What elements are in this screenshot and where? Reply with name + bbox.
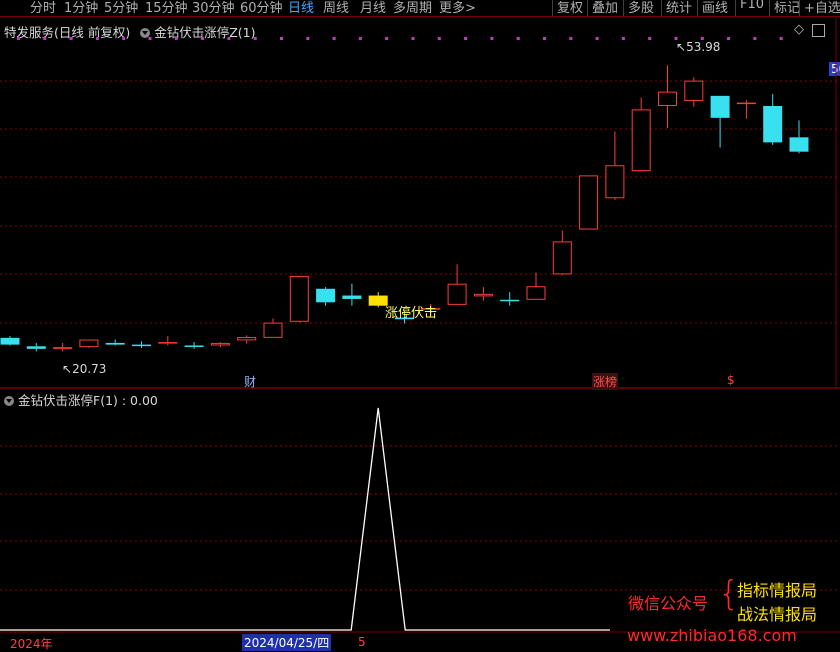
high-price-value: 53.98 — [686, 40, 721, 54]
period-marker-dot — [122, 37, 126, 40]
candle-body — [552, 241, 572, 275]
footer-year: 2024年 — [10, 637, 53, 651]
low-price-annotation: ↖20.73 — [62, 362, 107, 376]
period-marker-dot — [648, 37, 652, 40]
sub-dropdown-icon[interactable] — [4, 396, 14, 406]
candle-body — [210, 342, 230, 346]
period-marker-dot — [17, 37, 20, 40]
signal-text: 涨停伏击 — [385, 306, 438, 321]
event-tag-zhangbang[interactable]: 涨榜 — [592, 373, 619, 390]
candle-body — [605, 165, 625, 199]
period-marker-dot — [437, 37, 441, 40]
period-marker-dot — [306, 37, 310, 40]
period-marker-dot — [595, 37, 599, 40]
candle-body — [710, 95, 730, 118]
candle-body — [631, 109, 651, 172]
watermark-line-top: 指标情报局 — [737, 581, 818, 600]
period-marker-dot — [753, 37, 757, 40]
period-marker-dot — [69, 37, 73, 40]
event-tag-dollar[interactable]: $ — [726, 373, 736, 387]
high-price-annotation: ↖53.98 — [676, 40, 721, 54]
period-marker-dot — [280, 37, 283, 40]
candle-body — [79, 339, 99, 348]
candle-body — [263, 322, 283, 338]
period-marker-dot — [43, 37, 47, 40]
candle-body — [237, 337, 257, 341]
candle-body — [789, 137, 809, 152]
period-marker-dot — [332, 37, 336, 40]
candle-body — [579, 175, 599, 230]
candle-body — [132, 344, 151, 347]
candle-body — [342, 295, 362, 299]
period-marker-dot — [358, 37, 362, 40]
candle-body — [105, 342, 125, 345]
candle-body — [658, 91, 677, 107]
candle-body — [684, 80, 704, 101]
sub-panel-title: 金钻伏击涨停F(1) : 0.00 — [4, 390, 158, 409]
watermark-line-bottom: 战法情报局 — [737, 605, 818, 624]
watermark-wechat: 微信公众号 — [628, 594, 709, 613]
candle-body — [289, 276, 309, 322]
candle-body — [763, 106, 783, 143]
footer-date: 2024/04/25/四 — [242, 634, 332, 651]
low-price-value: 20.73 — [72, 362, 107, 376]
candle-body — [53, 347, 73, 349]
period-marker-dot — [201, 37, 205, 40]
candle-body — [316, 288, 336, 303]
watermark-url: www.zhibiao168.com — [627, 626, 797, 645]
candle-body — [26, 346, 46, 349]
signal-line — [0, 407, 610, 631]
candle-body — [526, 286, 546, 300]
candle-body — [500, 299, 520, 302]
candle-body — [736, 102, 756, 105]
period-marker-dot — [411, 37, 415, 40]
candle-body — [184, 345, 204, 347]
period-marker-dot — [95, 37, 99, 40]
kline-chart[interactable] — [0, 0, 840, 652]
period-marker-dot — [148, 37, 152, 40]
period-marker-dot — [253, 37, 257, 40]
candle-body — [158, 342, 178, 344]
candle-body — [473, 293, 493, 297]
sub-indicator-name[interactable]: 金钻伏击涨停F(1) : 0.00 — [18, 393, 158, 408]
period-marker-dot — [727, 37, 731, 40]
footer-marker: 5 — [358, 635, 366, 649]
period-marker-dot — [516, 37, 520, 40]
period-marker-dot — [385, 37, 389, 40]
candle-body — [447, 283, 467, 305]
period-marker-dot — [543, 37, 546, 40]
event-tag-caibao[interactable]: 财 — [243, 373, 257, 390]
period-marker-dot — [569, 37, 573, 40]
period-marker-dot — [464, 37, 468, 40]
period-marker-dot — [174, 37, 178, 40]
period-marker-dot — [227, 37, 231, 40]
candle-body — [0, 337, 20, 345]
period-marker-dot — [490, 37, 494, 40]
period-marker-dot — [779, 37, 783, 40]
period-marker-dot — [621, 37, 625, 40]
